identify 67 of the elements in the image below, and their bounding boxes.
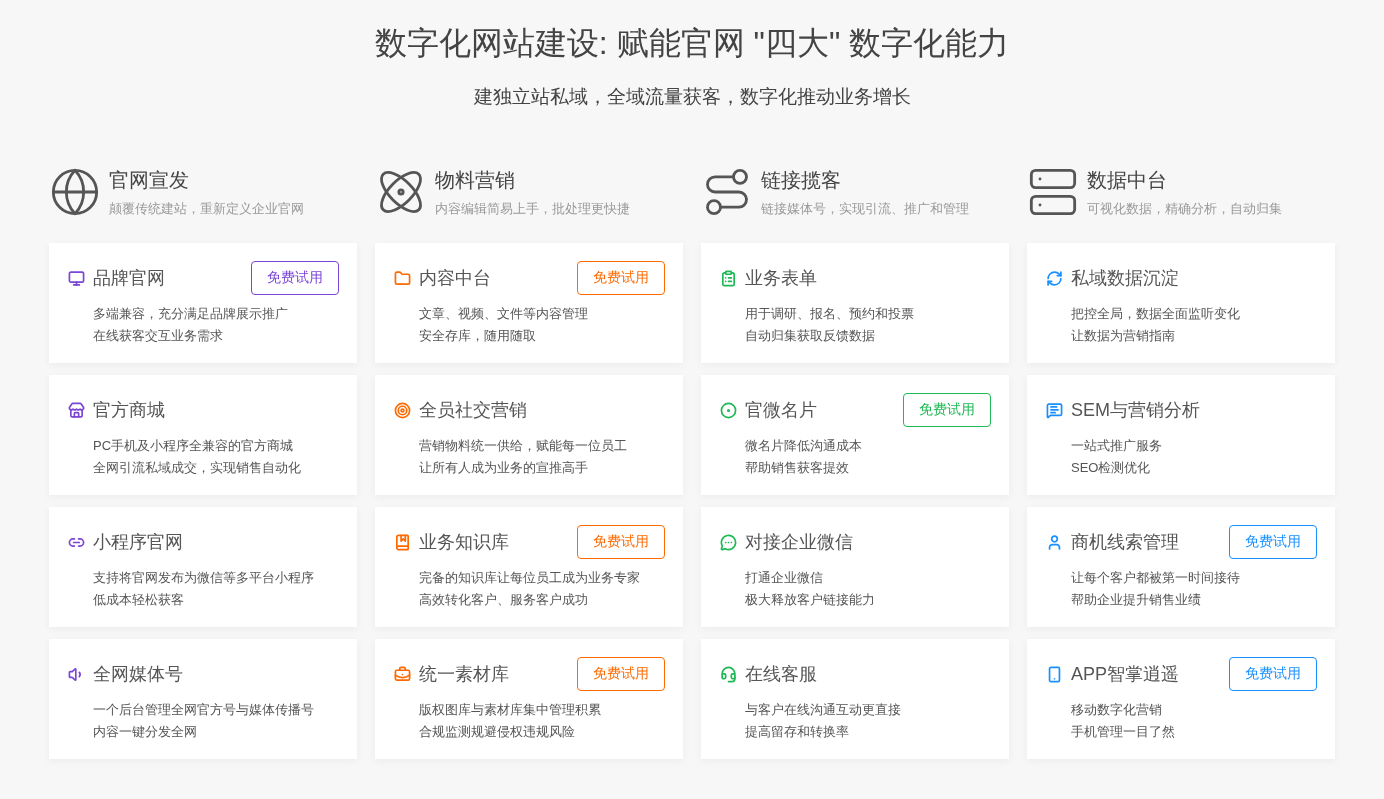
feature-description: 合规监测规避侵权违规风险 — [419, 723, 576, 741]
section-title: 官网宣发 — [109, 167, 190, 193]
feature-description: 自动归集获取反馈数据 — [745, 327, 876, 345]
section-description: 链接媒体号，实现引流、推广和管理 — [761, 199, 969, 218]
server-icon — [1027, 166, 1079, 218]
feature-description: 全网引流私域成交，实现销售自动化 — [93, 459, 302, 477]
feature-description: 版权图库与素材库集中管理积累 — [419, 701, 602, 719]
feature-description: 在线获客交互业务需求 — [93, 327, 224, 345]
free-trial-button[interactable]: 免费试用 — [1229, 657, 1317, 691]
feature-title: 对接企业微信 — [745, 531, 854, 554]
section-description: 可视化数据，精确分析，自动归集 — [1087, 199, 1282, 218]
feature-description: 安全存库，随用随取 — [419, 327, 537, 345]
feature-description: 提高留存和转换率 — [745, 723, 850, 741]
feature-description: 让所有人成为业务的宣推高手 — [419, 459, 589, 477]
feature-title: 品牌官网 — [93, 267, 166, 290]
feature-description: 打通企业微信 — [745, 569, 824, 587]
section-description: 内容编辑简易上手，批处理更快捷 — [435, 199, 630, 218]
feature-title: 官微名片 — [745, 399, 818, 422]
feature-description: 支持将官网发布为微信等多平台小程序 — [93, 569, 315, 587]
section-description: 颠覆传统建站，重新定义企业官网 — [109, 199, 304, 218]
feature-title: 在线客服 — [745, 663, 818, 686]
feature-description: 一站式推广服务 — [1071, 437, 1163, 455]
feature-title: 小程序官网 — [93, 531, 184, 554]
feature-description: 完备的知识库让每位员工成为业务专家 — [419, 569, 641, 587]
feature-description: 把控全局，数据全面监听变化 — [1071, 305, 1241, 323]
free-trial-button[interactable]: 免费试用 — [577, 657, 665, 691]
feature-description: 高效转化客户、服务客户成功 — [419, 591, 589, 609]
feature-title: 内容中台 — [419, 267, 492, 290]
feature-description: SEO检测优化 — [1071, 459, 1152, 477]
section-title: 数据中台 — [1087, 167, 1168, 193]
free-trial-button[interactable]: 免费试用 — [1229, 525, 1317, 559]
feature-title: APP智掌逍遥 — [1071, 663, 1181, 686]
feature-title: 统一素材库 — [419, 663, 510, 686]
section-title: 物料营销 — [435, 167, 516, 193]
feature-description: 营销物料统一供给，赋能每一位员工 — [419, 437, 628, 455]
free-trial-button[interactable]: 免费试用 — [577, 261, 665, 295]
feature-description: 帮助销售获客提效 — [745, 459, 850, 477]
feature-description: 内容一键分发全网 — [93, 723, 198, 741]
feature-title: 全员社交营销 — [419, 399, 528, 422]
feature-description: 帮助企业提升销售业绩 — [1071, 591, 1202, 609]
feature-description: 用于调研、报名、预约和投票 — [745, 305, 915, 323]
free-trial-button[interactable]: 免费试用 — [251, 261, 339, 295]
feature-title: 私域数据沉淀 — [1071, 267, 1180, 290]
feature-description: 微名片降低沟通成本 — [745, 437, 863, 455]
feature-description: 文章、视频、文件等内容管理 — [419, 305, 589, 323]
feature-description: 让数据为营销指南 — [1071, 327, 1176, 345]
feature-description: 一个后台管理全网官方号与媒体传播号 — [93, 701, 315, 719]
feature-description: 多端兼容，充分满足品牌展示推广 — [93, 305, 289, 323]
feature-title: 业务知识库 — [419, 531, 510, 554]
globe-icon — [49, 166, 101, 218]
page-title: 数字化网站建设: 赋能官网 "四大" 数字化能力 — [374, 24, 1010, 63]
feature-description: PC手机及小程序全兼容的官方商城 — [93, 437, 295, 455]
free-trial-button[interactable]: 免费试用 — [903, 393, 991, 427]
feature-description: 让每个客户都被第一时间接待 — [1071, 569, 1241, 587]
feature-title: 全网媒体号 — [93, 663, 184, 686]
page-subtitle: 建独立站私域，全域流量获客，数字化推动业务增长 — [473, 85, 911, 109]
feature-title: 官方商城 — [93, 399, 166, 422]
feature-title: 商机线索管理 — [1071, 531, 1180, 554]
feature-description: 低成本轻松获客 — [93, 591, 185, 609]
feature-description: 手机管理一目了然 — [1071, 723, 1176, 741]
feature-description: 移动数字化营销 — [1071, 701, 1163, 719]
free-trial-button[interactable]: 免费试用 — [577, 525, 665, 559]
feature-title: SEM与营销分析 — [1071, 399, 1201, 422]
feature-description: 极大释放客户链接能力 — [745, 591, 876, 609]
feature-title: 业务表单 — [745, 267, 818, 290]
section-title: 链接揽客 — [761, 167, 842, 193]
feature-description: 与客户在线沟通互动更直接 — [745, 701, 902, 719]
